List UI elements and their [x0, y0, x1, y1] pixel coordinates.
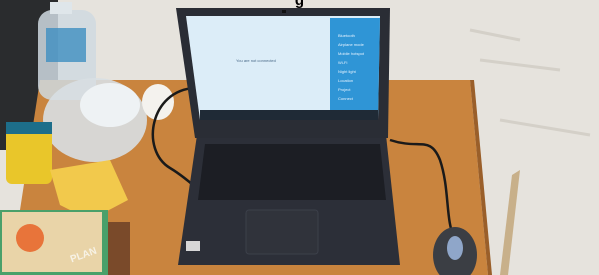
- panel-item: Mobile hotspot: [338, 51, 365, 56]
- webcam-dot: [282, 10, 286, 13]
- panel-list: Bluetooth Airplane mode Mobile hotspot W…: [334, 33, 376, 105]
- panel-item: Connect: [338, 96, 353, 101]
- scene-illustration: [0, 0, 599, 275]
- touchpad: [245, 209, 319, 255]
- screen-heading: You are not connected: [236, 58, 276, 63]
- panel-item: Airplane mode: [338, 42, 364, 47]
- panel-item: Night light: [338, 69, 356, 74]
- yellow-cup: [6, 122, 52, 184]
- cropped-caption: g: [294, 0, 305, 9]
- photo-scene: g You are not connected Bluetooth Airpla…: [0, 0, 599, 275]
- panel-item: Project: [338, 87, 351, 92]
- taskbar: [200, 110, 378, 120]
- sticker: [186, 241, 200, 251]
- panel-item: Wi-Fi: [338, 60, 348, 65]
- panel-item: Bluetooth: [338, 33, 355, 38]
- plastic-bag: [43, 78, 147, 162]
- panel-item: Location: [338, 78, 354, 83]
- keyboard: [198, 144, 386, 200]
